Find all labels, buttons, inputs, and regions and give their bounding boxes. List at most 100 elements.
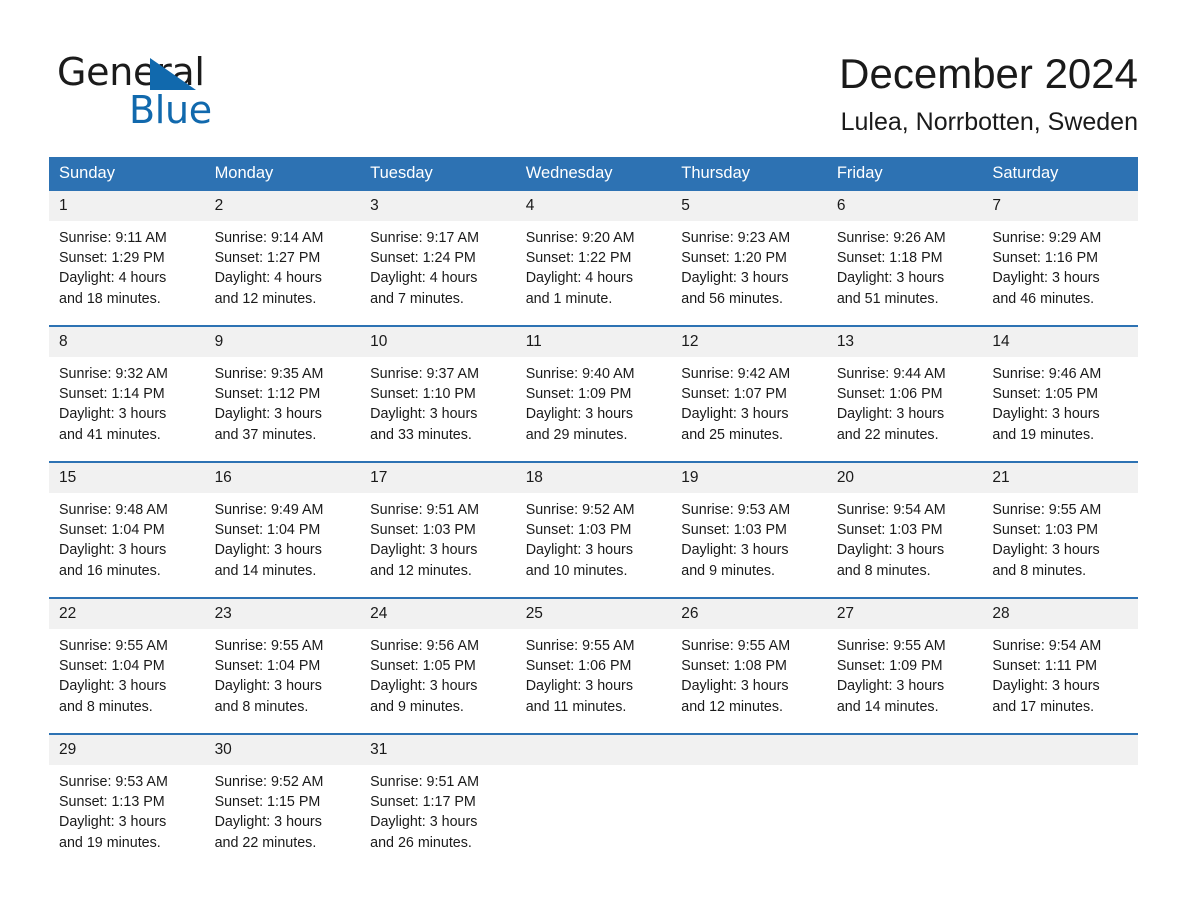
day-number: 28 (982, 599, 1138, 629)
day-cell[interactable]: 5 Sunrise: 9:23 AM Sunset: 1:20 PM Dayli… (671, 191, 827, 326)
day-number: 31 (360, 735, 516, 765)
daylight-text-line2: and 51 minutes. (836, 290, 939, 307)
daylight-text-line2: and 14 minutes. (214, 562, 317, 579)
day-number: 16 (204, 463, 361, 493)
day-number: 21 (982, 463, 1138, 493)
day-details: Sunrise: 9:42 AM Sunset: 1:07 PM Dayligh… (671, 357, 827, 445)
sunset-text: Sunset: 1:14 PM (59, 386, 165, 403)
day-cell[interactable]: 11 Sunrise: 9:40 AM Sunset: 1:09 PM Dayl… (515, 326, 672, 462)
day-cell[interactable]: 2 Sunrise: 9:14 AM Sunset: 1:27 PM Dayli… (204, 191, 361, 326)
sunset-text: Sunset: 1:16 PM (992, 250, 1099, 267)
day-number: 3 (360, 191, 516, 221)
logo-text-blue: Blue (129, 88, 212, 132)
day-cell[interactable]: 30 Sunrise: 9:52 AM Sunset: 1:15 PM Dayl… (204, 734, 361, 869)
weekday-header-monday: Monday (204, 157, 361, 191)
daylight-text-line2: and 29 minutes. (525, 426, 628, 443)
day-details: Sunrise: 9:56 AM Sunset: 1:05 PM Dayligh… (360, 629, 516, 717)
day-details: Sunrise: 9:29 AM Sunset: 1:16 PM Dayligh… (982, 221, 1138, 309)
page-header: General Blue December 2024 Lulea, Norrbo… (0, 0, 1188, 150)
daylight-text-line1: Daylight: 3 hours (681, 406, 789, 423)
daylight-text-line2: and 19 minutes. (992, 426, 1095, 443)
sunrise-text: Sunrise: 9:29 AM (992, 230, 1102, 246)
daylight-text-line1: Daylight: 3 hours (681, 542, 789, 559)
daylight-text-line1: Daylight: 3 hours (992, 542, 1100, 559)
day-cell[interactable]: 4 Sunrise: 9:20 AM Sunset: 1:22 PM Dayli… (515, 191, 672, 326)
day-cell[interactable]: 16 Sunrise: 9:49 AM Sunset: 1:04 PM Dayl… (204, 462, 361, 598)
day-details: Sunrise: 9:52 AM Sunset: 1:15 PM Dayligh… (205, 765, 361, 853)
day-details: Sunrise: 9:26 AM Sunset: 1:18 PM Dayligh… (827, 221, 983, 309)
general-blue-logo[interactable]: General Blue (57, 50, 387, 132)
sunset-text: Sunset: 1:27 PM (214, 250, 321, 267)
daylight-text-line2: and 12 minutes. (214, 290, 317, 307)
day-details: Sunrise: 9:14 AM Sunset: 1:27 PM Dayligh… (205, 221, 361, 309)
sunset-text: Sunset: 1:12 PM (214, 386, 321, 403)
day-number (515, 735, 672, 765)
day-cell[interactable]: 29 Sunrise: 9:53 AM Sunset: 1:13 PM Dayl… (49, 734, 205, 869)
daylight-text-line1: Daylight: 3 hours (836, 270, 945, 287)
daylight-text-line2: and 26 minutes. (370, 834, 472, 851)
day-cell[interactable]: 1 Sunrise: 9:11 AM Sunset: 1:29 PM Dayli… (49, 191, 205, 326)
day-cell[interactable]: 14 Sunrise: 9:46 AM Sunset: 1:05 PM Dayl… (982, 326, 1138, 462)
daylight-text-line2: and 46 minutes. (992, 290, 1095, 307)
day-cell[interactable]: 8 Sunrise: 9:32 AM Sunset: 1:14 PM Dayli… (49, 326, 205, 462)
sunrise-text: Sunrise: 9:51 AM (370, 502, 479, 518)
day-cell[interactable]: 28 Sunrise: 9:54 AM Sunset: 1:11 PM Dayl… (982, 598, 1138, 734)
day-details: Sunrise: 9:54 AM Sunset: 1:03 PM Dayligh… (827, 493, 983, 581)
day-details: Sunrise: 9:52 AM Sunset: 1:03 PM Dayligh… (516, 493, 672, 581)
day-number (671, 735, 827, 765)
daylight-text-line1: Daylight: 3 hours (370, 678, 478, 695)
day-details: Sunrise: 9:55 AM Sunset: 1:03 PM Dayligh… (982, 493, 1138, 581)
page-title: December 2024 (839, 50, 1138, 97)
daylight-text-line2: and 8 minutes. (214, 698, 309, 715)
day-cell[interactable]: 25 Sunrise: 9:55 AM Sunset: 1:06 PM Dayl… (515, 598, 672, 734)
day-cell[interactable]: 18 Sunrise: 9:52 AM Sunset: 1:03 PM Dayl… (515, 462, 672, 598)
day-cell-empty (671, 734, 827, 869)
day-cell[interactable]: 6 Sunrise: 9:26 AM Sunset: 1:18 PM Dayli… (826, 191, 983, 326)
day-cell[interactable]: 15 Sunrise: 9:48 AM Sunset: 1:04 PM Dayl… (49, 462, 205, 598)
calendar-week-row: 29 Sunrise: 9:53 AM Sunset: 1:13 PM Dayl… (49, 734, 1138, 869)
day-cell[interactable]: 24 Sunrise: 9:56 AM Sunset: 1:05 PM Dayl… (360, 598, 516, 734)
daylight-text-line1: Daylight: 3 hours (836, 406, 945, 423)
sunrise-text: Sunrise: 9:42 AM (681, 366, 791, 382)
sunrise-text: Sunrise: 9:55 AM (59, 638, 168, 654)
day-cell[interactable]: 19 Sunrise: 9:53 AM Sunset: 1:03 PM Dayl… (671, 462, 827, 598)
daylight-text-line1: Daylight: 3 hours (681, 270, 789, 287)
day-number: 1 (49, 191, 205, 221)
day-cell[interactable]: 10 Sunrise: 9:37 AM Sunset: 1:10 PM Dayl… (360, 326, 516, 462)
day-number (982, 735, 1138, 765)
day-number: 14 (982, 327, 1138, 357)
day-cell[interactable]: 27 Sunrise: 9:55 AM Sunset: 1:09 PM Dayl… (826, 598, 983, 734)
sunset-text: Sunset: 1:04 PM (214, 522, 321, 539)
day-cell[interactable]: 23 Sunrise: 9:55 AM Sunset: 1:04 PM Dayl… (204, 598, 361, 734)
day-number: 20 (826, 463, 983, 493)
daylight-text-line2: and 9 minutes. (370, 698, 464, 715)
day-cell[interactable]: 12 Sunrise: 9:42 AM Sunset: 1:07 PM Dayl… (671, 326, 827, 462)
day-details: Sunrise: 9:37 AM Sunset: 1:10 PM Dayligh… (360, 357, 516, 445)
day-details: Sunrise: 9:11 AM Sunset: 1:29 PM Dayligh… (49, 221, 205, 309)
calendar-table: Sunday Monday Tuesday Wednesday Thursday… (49, 157, 1138, 869)
day-cell[interactable]: 17 Sunrise: 9:51 AM Sunset: 1:03 PM Dayl… (360, 462, 516, 598)
day-cell[interactable]: 26 Sunrise: 9:55 AM Sunset: 1:08 PM Dayl… (671, 598, 827, 734)
day-details: Sunrise: 9:55 AM Sunset: 1:06 PM Dayligh… (516, 629, 672, 717)
sunrise-text: Sunrise: 9:46 AM (992, 366, 1102, 382)
day-cell[interactable]: 3 Sunrise: 9:17 AM Sunset: 1:24 PM Dayli… (360, 191, 516, 326)
daylight-text-line1: Daylight: 3 hours (214, 678, 322, 695)
day-cell[interactable]: 22 Sunrise: 9:55 AM Sunset: 1:04 PM Dayl… (49, 598, 205, 734)
day-number: 24 (360, 599, 516, 629)
day-number: 30 (204, 735, 361, 765)
day-cell[interactable]: 31 Sunrise: 9:51 AM Sunset: 1:17 PM Dayl… (360, 734, 516, 869)
day-number: 29 (49, 735, 205, 765)
daylight-text-line1: Daylight: 4 hours (370, 270, 478, 287)
daylight-text-line2: and 19 minutes. (59, 834, 161, 851)
day-cell[interactable]: 20 Sunrise: 9:54 AM Sunset: 1:03 PM Dayl… (826, 462, 983, 598)
calendar-week-row: 8 Sunrise: 9:32 AM Sunset: 1:14 PM Dayli… (49, 326, 1138, 462)
daylight-text-line2: and 41 minutes. (59, 426, 161, 443)
day-cell[interactable]: 21 Sunrise: 9:55 AM Sunset: 1:03 PM Dayl… (982, 462, 1138, 598)
daylight-text-line2: and 56 minutes. (681, 290, 783, 307)
day-cell[interactable]: 9 Sunrise: 9:35 AM Sunset: 1:12 PM Dayli… (204, 326, 361, 462)
sunset-text: Sunset: 1:24 PM (370, 250, 476, 267)
day-cell[interactable]: 7 Sunrise: 9:29 AM Sunset: 1:16 PM Dayli… (982, 191, 1138, 326)
calendar-week-row: 1 Sunrise: 9:11 AM Sunset: 1:29 PM Dayli… (49, 191, 1138, 326)
day-cell[interactable]: 13 Sunrise: 9:44 AM Sunset: 1:06 PM Dayl… (826, 326, 983, 462)
day-number: 17 (360, 463, 516, 493)
